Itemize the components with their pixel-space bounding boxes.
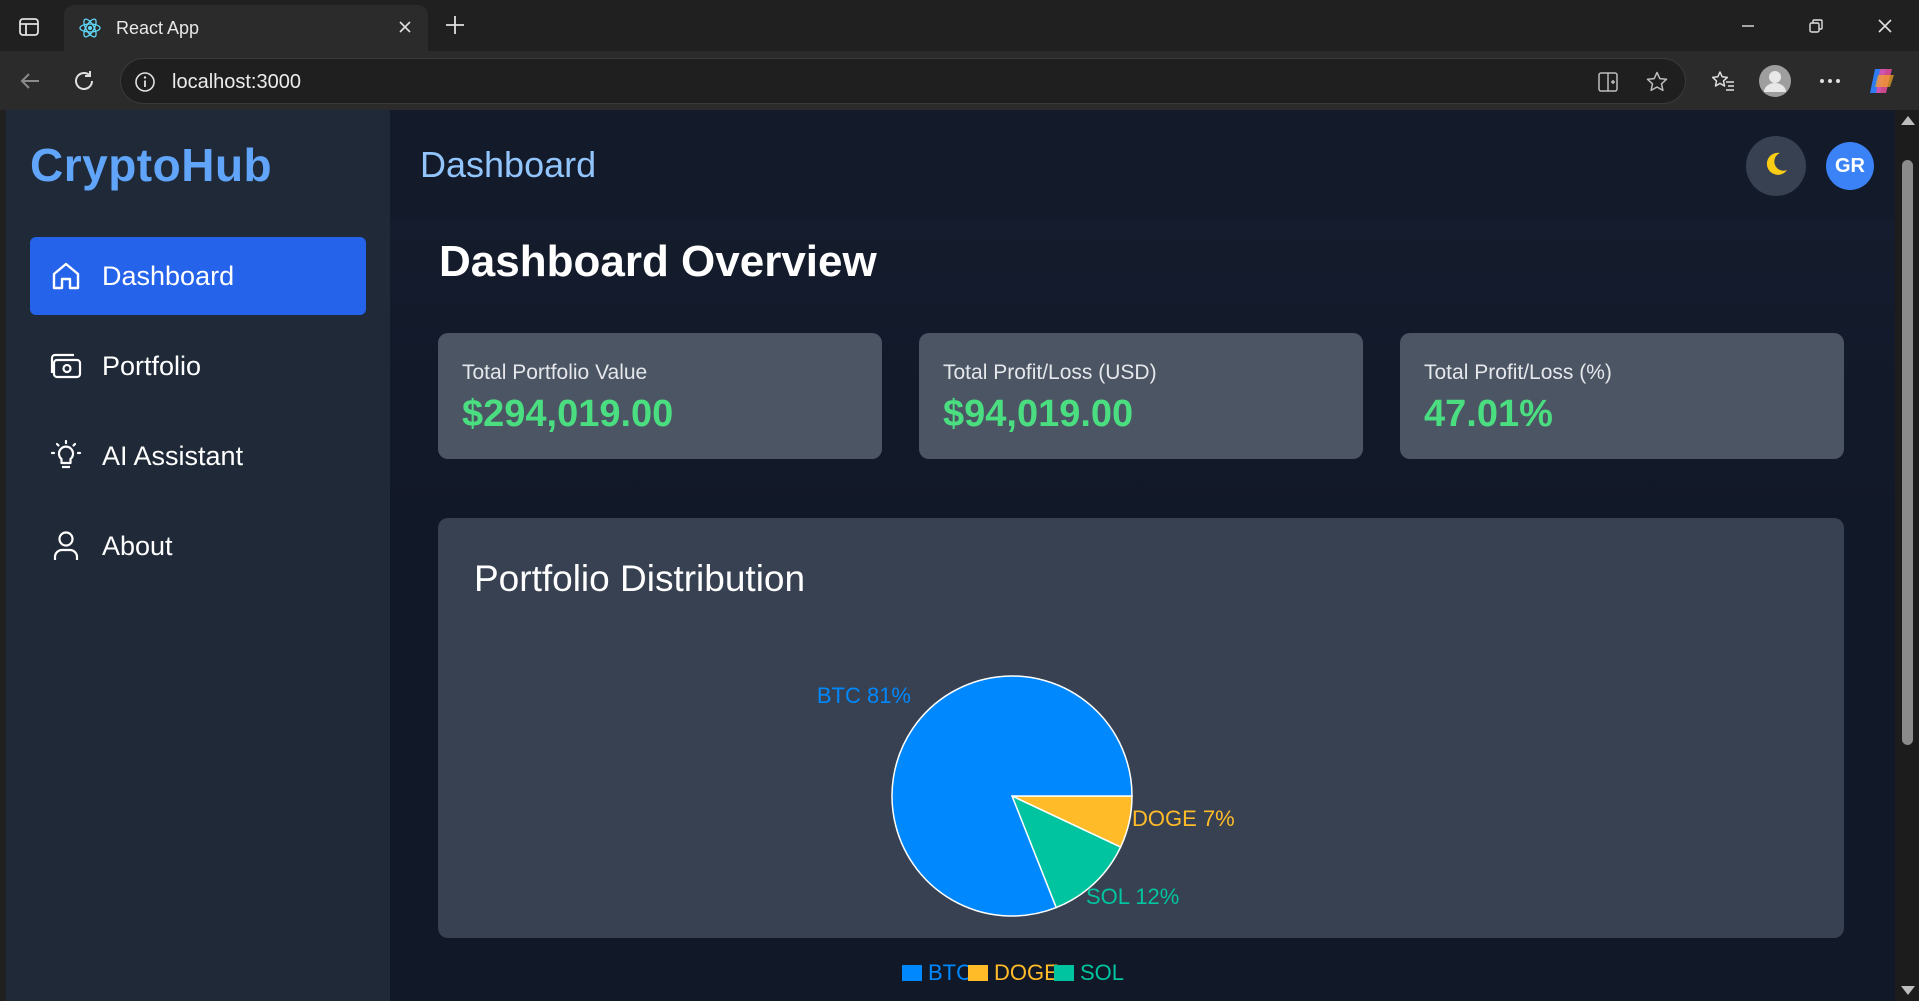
info-icon[interactable]	[133, 70, 157, 94]
minimize-icon[interactable]	[1714, 0, 1782, 51]
scrollbar[interactable]	[1895, 110, 1919, 1001]
pie-label-doge: DOGE 7%	[1132, 806, 1235, 831]
legend-swatch-btc	[902, 965, 922, 981]
card-value: $94,019.00	[943, 393, 1134, 435]
sidebar: CryptoHub Dashboard Portfolio AI Assista…	[6, 110, 390, 1001]
restore-icon[interactable]	[1782, 0, 1850, 51]
sidebar-item-about[interactable]: About	[30, 507, 366, 585]
main-content: Dashboard Overview Total Portfolio Value…	[390, 220, 1895, 1001]
legend-label-btc[interactable]: BTC	[928, 960, 972, 985]
url-text: localhost:3000	[172, 71, 301, 93]
url-field[interactable]: localhost:3000	[120, 58, 1686, 104]
tab-title: React App	[116, 18, 200, 38]
page-viewport: CryptoHub Dashboard Portfolio AI Assista…	[6, 110, 1895, 1001]
portfolio-pie-chart: BTC 81% DOGE 7% SOL 12% BTC DOGE SOL	[817, 675, 1235, 985]
close-icon[interactable]	[392, 14, 418, 40]
moon-icon	[1760, 148, 1792, 185]
stat-card-portfolio-value: Total Portfolio Value $294,019.00	[438, 333, 882, 459]
legend-label-doge[interactable]: DOGE	[994, 960, 1059, 985]
scroll-up-arrow-icon[interactable]	[1901, 116, 1915, 125]
window-close-icon[interactable]	[1851, 0, 1919, 51]
card-label: Total Profit/Loss (%)	[1424, 361, 1612, 384]
portfolio-distribution-card: Portfolio Distribution BTC 81% DOGE 7% SOL…	[438, 518, 1844, 985]
sidebar-item-label: Portfolio	[102, 350, 202, 381]
profile-icon[interactable]	[1757, 63, 1793, 99]
copilot-icon[interactable]	[1864, 63, 1900, 99]
card-label: Total Profit/Loss (USD)	[943, 361, 1157, 384]
sidebar-item-label: About	[102, 530, 173, 561]
legend-label-sol[interactable]: SOL	[1080, 960, 1124, 985]
legend-swatch-sol	[1054, 965, 1074, 981]
wallet-icon	[46, 346, 86, 386]
scroll-down-arrow-icon[interactable]	[1901, 986, 1915, 995]
brand-logo[interactable]: CryptoHub	[30, 138, 272, 192]
page-title: Dashboard	[420, 144, 597, 185]
overview-title: Dashboard Overview	[439, 237, 877, 286]
browser-tab[interactable]: React App	[64, 5, 428, 51]
star-icon[interactable]	[1644, 69, 1670, 95]
card-value: 47.01%	[1424, 393, 1553, 435]
sidebar-item-portfolio[interactable]: Portfolio	[30, 327, 366, 405]
reload-icon[interactable]	[66, 63, 102, 99]
theme-toggle-button[interactable]	[1746, 136, 1806, 196]
back-arrow-icon[interactable]	[12, 63, 48, 99]
legend-swatch-doge	[968, 965, 988, 981]
favorites-icon[interactable]	[1705, 63, 1741, 99]
browser-tab-bar: React App	[0, 0, 1919, 51]
pie-label-btc: BTC 81%	[817, 683, 911, 708]
scroll-thumb[interactable]	[1902, 160, 1913, 745]
home-icon	[46, 256, 86, 296]
card-value: $294,019.00	[462, 393, 674, 435]
more-icon[interactable]	[1812, 63, 1848, 99]
stat-card-profit-percent: Total Profit/Loss (%) 47.01%	[1400, 333, 1844, 459]
pie-label-sol: SOL 12%	[1086, 884, 1179, 909]
address-bar: localhost:3000	[0, 51, 1919, 110]
sidebar-item-ai-assistant[interactable]: AI Assistant	[30, 417, 366, 495]
lightbulb-icon	[46, 436, 86, 476]
top-header: Dashboard GR	[390, 110, 1895, 220]
react-logo-icon	[78, 16, 102, 40]
plus-icon[interactable]	[438, 8, 472, 42]
card-label: Total Portfolio Value	[462, 361, 648, 384]
tab-sidebar-icon[interactable]	[14, 12, 44, 42]
avatar[interactable]: GR	[1826, 142, 1874, 190]
stat-card-profit-usd: Total Profit/Loss (USD) $94,019.00	[919, 333, 1363, 459]
sidebar-item-label: Dashboard	[102, 260, 235, 291]
split-screen-icon[interactable]	[1595, 69, 1621, 95]
sidebar-item-dashboard[interactable]: Dashboard	[30, 237, 366, 315]
sidebar-item-label: AI Assistant	[102, 440, 244, 471]
user-icon	[46, 526, 86, 566]
